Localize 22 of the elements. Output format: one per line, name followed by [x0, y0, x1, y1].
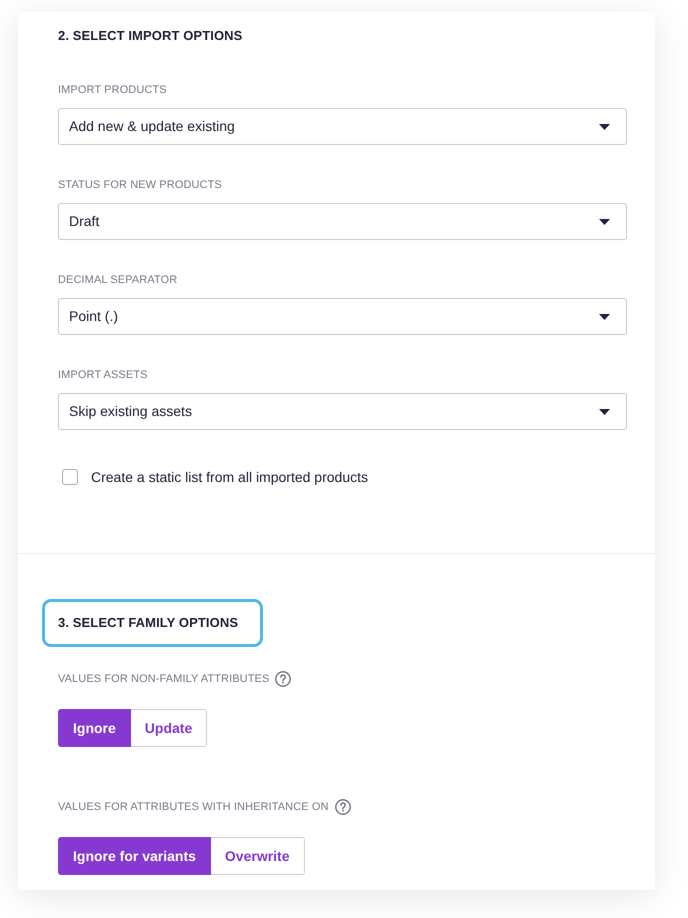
- field-label: IMPORT PRODUCTS: [58, 83, 167, 98]
- dropdown[interactable]: Skip existing assets: [58, 393, 627, 430]
- option-button[interactable]: Ignore for variants: [58, 837, 211, 875]
- dropdown[interactable]: Point (.): [58, 298, 627, 335]
- field-label: DECIMAL SEPARATOR: [58, 273, 178, 288]
- checkbox[interactable]: [62, 469, 78, 485]
- section-heading: 2. SELECT IMPORT OPTIONS: [58, 27, 242, 45]
- option-button[interactable]: Update: [130, 709, 208, 747]
- field-label: VALUES FOR NON-FAMILY ATTRIBUTES: [58, 672, 270, 687]
- caret-icon: [599, 314, 610, 320]
- field-label: VALUES FOR ATTRIBUTES WITH INHERITANCE ON: [58, 800, 329, 815]
- option-button[interactable]: Ignore: [58, 709, 131, 747]
- option-button[interactable]: Overwrite: [210, 837, 305, 875]
- field-label: IMPORT ASSETS: [58, 368, 148, 383]
- caret-icon: [599, 124, 610, 130]
- field-label: STATUS FOR NEW PRODUCTS: [58, 178, 222, 193]
- section-heading: 3. SELECT FAMILY OPTIONS: [58, 614, 238, 632]
- caret-icon: [599, 408, 610, 414]
- dropdown[interactable]: Draft: [58, 203, 627, 240]
- dropdown[interactable]: Add new & update existing: [58, 108, 627, 145]
- caret-icon: [599, 218, 610, 224]
- checkbox-label: Create a static list from all imported products: [91, 468, 368, 487]
